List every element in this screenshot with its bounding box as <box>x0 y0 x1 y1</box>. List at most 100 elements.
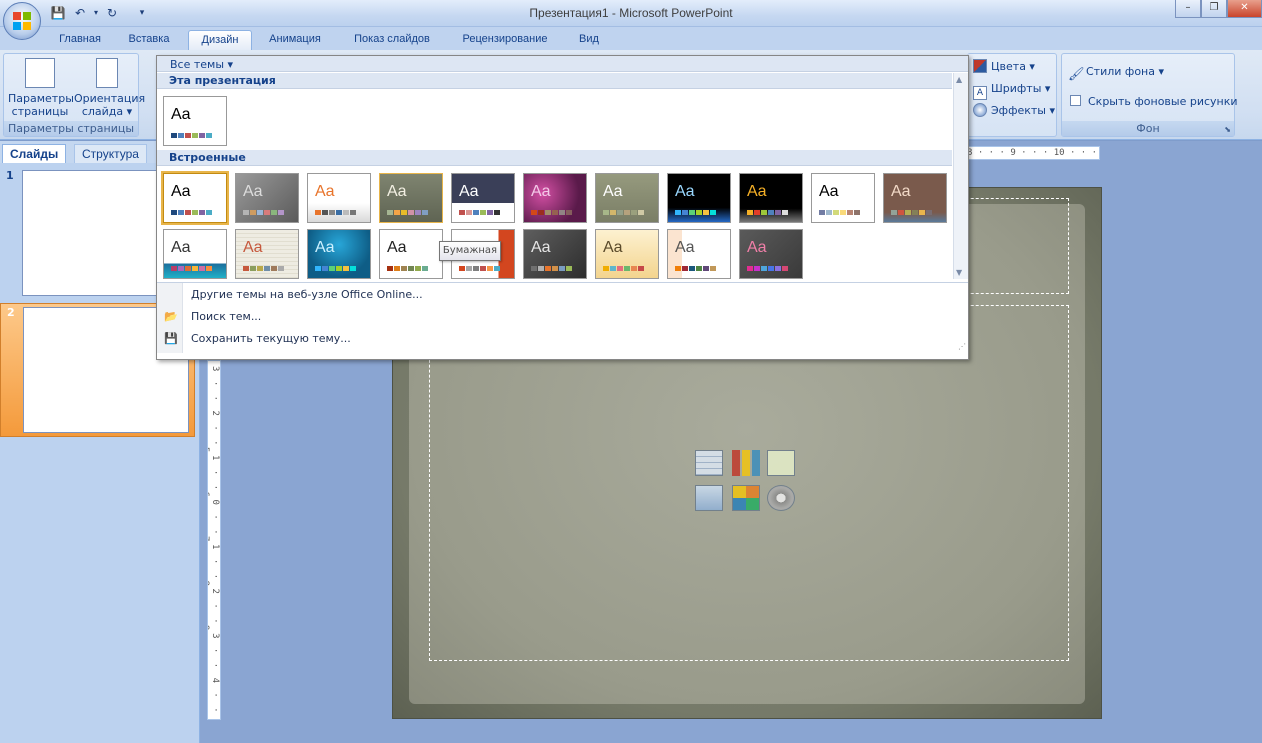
theme-swatches <box>819 210 861 215</box>
insert-clipart-icon[interactable] <box>732 485 760 511</box>
insert-picture-icon[interactable] <box>695 485 723 511</box>
theme-6[interactable]: Aa <box>523 173 587 223</box>
theme-swatches <box>675 266 717 271</box>
theme-15[interactable]: Aa <box>379 229 443 279</box>
close-button[interactable]: ✕ <box>1227 0 1262 18</box>
tab-slideshow[interactable]: Показ слайдов <box>342 30 442 50</box>
window-title: Презентация1 - Microsoft PowerPoint <box>529 6 733 20</box>
vertical-ruler: 3 · · 2 · · 1 · · 0 · · 1 · · 2 · · 3 · … <box>207 360 221 720</box>
fonts-label: Шрифты ▾ <box>991 82 1051 95</box>
title-bar: 💾 ↶ ▾ ↻ ▾ Презентация1 - Microsoft Power… <box>0 0 1262 40</box>
page-setup-group: Параметры страницы Ориентация слайда ▾ П… <box>3 53 145 137</box>
theme-9[interactable]: Aa <box>739 173 803 223</box>
hide-graphics-checkbox[interactable] <box>1070 95 1081 106</box>
theme-13[interactable]: Aa <box>235 229 299 279</box>
theme-10[interactable]: Aa <box>811 173 875 223</box>
tab-animation[interactable]: Анимация <box>258 30 332 50</box>
hide-background-graphics[interactable]: Скрыть фоновые рисунки <box>1070 92 1238 112</box>
theme-11[interactable]: Aa <box>883 173 947 223</box>
theme-swatches <box>315 210 357 215</box>
theme-preview-text: Aa <box>675 183 695 200</box>
theme-swatches <box>459 266 501 271</box>
browse-themes-icon: 📂 <box>164 310 178 323</box>
page-setup-label: Параметры страницы <box>8 92 74 118</box>
theme-tooltip: Бумажная <box>439 241 501 261</box>
browse-for-themes[interactable]: Поиск тем... <box>191 307 261 327</box>
theme-swatches <box>603 266 645 271</box>
tab-slides[interactable]: Слайды <box>2 144 67 163</box>
tab-view[interactable]: Вид <box>570 30 608 50</box>
colors-button[interactable]: Цвета ▾ <box>973 57 1035 77</box>
page-setup-button[interactable]: Параметры страницы <box>8 58 74 118</box>
tab-insert[interactable]: Вставка <box>118 30 180 50</box>
all-themes-filter[interactable]: Все темы ▾ <box>170 58 233 72</box>
slide-orientation-button[interactable]: Ориентация слайда ▾ <box>74 58 145 118</box>
theme-paper[interactable]: Aa <box>379 173 443 223</box>
theme-14[interactable]: Aa <box>307 229 371 279</box>
background-group-label: Фон <box>1062 121 1234 136</box>
theme-8[interactable]: Aa <box>667 173 731 223</box>
background-styles-button[interactable]: 🖌Стили фона ▾ <box>1068 62 1164 82</box>
theme-preview-text: Aa <box>459 183 479 200</box>
dialog-launcher-icon[interactable]: ⬊ <box>1224 125 1231 134</box>
theme-17[interactable]: Aa <box>523 229 587 279</box>
theme-swatches <box>171 210 213 215</box>
effects-button[interactable]: Эффекты ▾ <box>973 101 1055 121</box>
gallery-header: Все темы ▾ <box>157 56 968 72</box>
theme-preview-text: Aa <box>387 183 407 200</box>
theme-preview-text: Aa <box>315 239 335 256</box>
theme-swatches <box>603 210 645 215</box>
fonts-button[interactable]: A Шрифты ▾ <box>973 79 1051 100</box>
theme-12[interactable]: Aa <box>163 229 227 279</box>
theme-5[interactable]: Aa <box>451 173 515 223</box>
ribbon-tabs: Главная Вставка Дизайн Анимация Показ сл… <box>0 27 1262 50</box>
section-this-presentation: Эта презентация <box>157 73 952 89</box>
theme-swatches <box>387 266 429 271</box>
theme-swatches <box>891 210 933 215</box>
scroll-up-icon[interactable]: ▲ <box>956 75 962 84</box>
content-insert-icons <box>695 450 800 515</box>
tab-design[interactable]: Дизайн <box>188 30 252 50</box>
theme-18[interactable]: Aa <box>595 229 659 279</box>
theme-swatches <box>387 210 429 215</box>
theme-7[interactable]: Aa <box>595 173 659 223</box>
more-themes-online[interactable]: Другие темы на веб-узле Office Online... <box>191 285 423 305</box>
insert-media-icon[interactable] <box>767 485 795 511</box>
theme-current[interactable]: Aa <box>163 96 227 146</box>
insert-chart-icon[interactable] <box>732 450 760 476</box>
theme-swatches <box>531 210 573 215</box>
insert-smartart-icon[interactable] <box>767 450 795 476</box>
minimize-button[interactable]: – <box>1175 0 1201 18</box>
tab-home[interactable]: Главная <box>48 30 112 50</box>
orientation-icon <box>96 58 118 88</box>
tab-review[interactable]: Рецензирование <box>450 30 560 50</box>
resize-grip-icon[interactable]: ⋰ <box>958 342 966 351</box>
theme-preview-text: Aa <box>747 239 767 256</box>
restore-button[interactable]: ❐ <box>1201 0 1227 18</box>
theme-preview-text: Aa <box>675 239 695 256</box>
theme-preview-text: Aa <box>603 239 623 256</box>
theme-2[interactable]: Aa <box>235 173 299 223</box>
theme-swatches <box>243 210 285 215</box>
theme-swatches <box>171 133 213 138</box>
theme-19[interactable]: Aa <box>667 229 731 279</box>
scroll-down-icon[interactable]: ▼ <box>956 268 962 277</box>
theme-preview-text: Aa <box>171 239 191 256</box>
slide-number: 1 <box>6 169 14 182</box>
theme-office[interactable]: Aa <box>161 171 229 225</box>
page-setup-group-label: Параметры страницы <box>4 121 138 136</box>
insert-table-icon[interactable] <box>695 450 723 476</box>
background-styles-label: Стили фона ▾ <box>1086 65 1164 78</box>
theme-3[interactable]: Aa <box>307 173 371 223</box>
hide-background-graphics-label: Скрыть фоновые рисунки <box>1088 95 1238 108</box>
gallery-scrollbar[interactable]: ▲ ▼ <box>953 73 968 279</box>
theme-20[interactable]: Aa <box>739 229 803 279</box>
tab-outline[interactable]: Структура <box>74 144 147 163</box>
save-current-theme[interactable]: Сохранить текущую тему... <box>191 329 351 349</box>
theme-swatches <box>243 266 285 271</box>
theme-preview-text: Aa <box>387 239 407 256</box>
theme-preview-text: Aa <box>243 183 263 200</box>
save-theme-icon: 💾 <box>164 332 178 345</box>
effects-label: Эффекты ▾ <box>991 104 1056 117</box>
office-button[interactable] <box>3 2 41 40</box>
